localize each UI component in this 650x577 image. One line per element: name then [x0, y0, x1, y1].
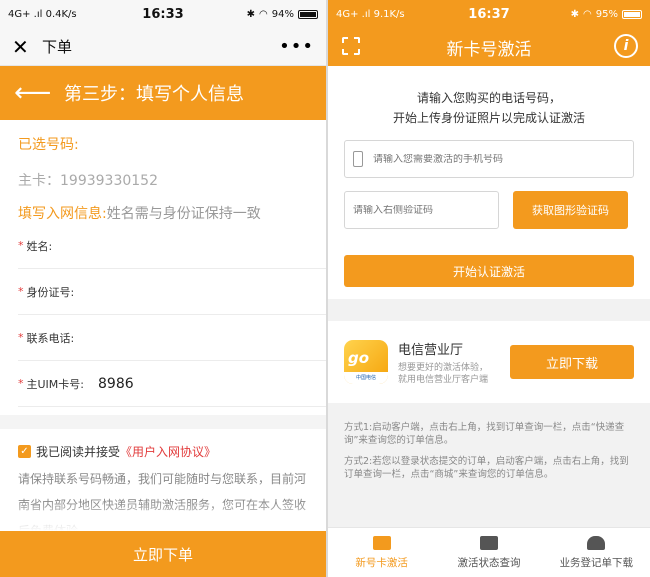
- order-content: 已选号码: 主卡：19939330152 填写入网信息:姓名需与身份证保持一致 …: [0, 120, 326, 544]
- download-app-button[interactable]: 立即下载: [510, 345, 634, 379]
- app-promo-card: go 中国电信 电信营业厅 想要更好的激活体验，就用电信营业厅客户端 立即下载: [328, 321, 650, 403]
- activation-form: 请输入您购买的电话号码， 开始上传身份证照片以完成认证激活 获取图形验证码 开始…: [328, 66, 650, 299]
- back-arrow-icon[interactable]: ⟵: [14, 78, 58, 108]
- battery-icon: [622, 9, 642, 19]
- contact-phone-label: 联系电话:: [26, 331, 75, 345]
- more-icon[interactable]: •••: [279, 36, 314, 57]
- intro-text: 请输入您购买的电话号码， 开始上传身份证照片以完成认证激活: [344, 88, 634, 128]
- cloud-download-icon: [587, 535, 606, 550]
- uim-card-label: 主UIM卡号:: [26, 377, 85, 391]
- network-indicator: 4G+ .ıl 9.1K/s: [336, 8, 405, 20]
- agreement-row[interactable]: ✓ 我已阅读并接受 《用户入网协议》: [18, 443, 326, 460]
- contact-phone-field[interactable]: * 联系电话:: [18, 315, 326, 361]
- name-label: 姓名:: [26, 239, 53, 253]
- app-info: 电信营业厅 想要更好的激活体验，就用电信营业厅客户端: [398, 339, 488, 386]
- scan-icon[interactable]: [342, 37, 360, 55]
- fill-info-hint: 姓名需与身份证保持一致: [106, 206, 261, 222]
- logo-strip: 中国电信: [344, 372, 388, 384]
- app-description: 想要更好的激活体验，就用电信营业厅客户端: [398, 362, 489, 385]
- tab-activation-status[interactable]: 激活状态查询: [435, 528, 542, 577]
- sim-card-icon: [372, 535, 391, 550]
- logo-text: go: [348, 349, 370, 367]
- phone-icon: [353, 151, 363, 167]
- required-mark: *: [18, 285, 24, 298]
- required-mark: *: [18, 377, 24, 390]
- agreement-text: 我已阅读并接受: [36, 445, 121, 459]
- uim-card-field[interactable]: * 主UIM卡号: 8986: [18, 361, 326, 407]
- get-captcha-button[interactable]: 获取图形验证码: [513, 191, 628, 229]
- card-activation-screen: 4G+ .ıl 9.1K/s 16:37 ✱ ◠ 95% 新卡号激活 i 请输入…: [328, 0, 650, 577]
- battery-fill: [624, 11, 640, 17]
- intro-line-1: 请输入您购买的电话号码，: [416, 91, 561, 105]
- bluetooth-icon: ✱: [570, 8, 580, 20]
- required-mark: *: [18, 331, 24, 344]
- battery-fill: [300, 11, 316, 17]
- intro-line-2: 开始上传身份证照片以完成认证激活: [392, 111, 585, 125]
- id-number-label: 身份证号:: [26, 285, 75, 299]
- battery-percent: 95%: [595, 8, 618, 20]
- step-header: ⟵ 第三步：填写个人信息: [0, 66, 326, 120]
- battery-percent: 94%: [271, 8, 294, 20]
- wifi-icon: ◠: [583, 8, 592, 20]
- battery-icon: [298, 9, 318, 19]
- status-icons: ✱ ◠ 94%: [247, 9, 318, 20]
- network-indicator: 4G+ .ıl 0.4K/s: [8, 8, 77, 20]
- phone-input-box[interactable]: [344, 140, 634, 178]
- telecom-app-logo: go 中国电信: [344, 340, 388, 384]
- info-icon[interactable]: i: [614, 34, 638, 58]
- selected-number-label: 已选号码:: [18, 137, 79, 153]
- agreement-link[interactable]: 《用户入网协议》: [120, 443, 216, 460]
- close-icon[interactable]: ✕: [12, 35, 34, 59]
- query-methods: 方式1:启动客户端，点击右上角，找到订单查询一栏，点击“快递查询”来查询您的订单…: [328, 403, 650, 481]
- method-2-text: 方式2:若您以登录状态提交的订单，启动客户端，点击右上角，找到订单查询一栏，点击…: [344, 456, 629, 480]
- captcha-input-box[interactable]: [344, 191, 499, 229]
- place-order-button[interactable]: 立即下单: [0, 531, 326, 577]
- phone-input[interactable]: [373, 153, 593, 165]
- wechat-nav-bar: ✕ 下单 •••: [0, 28, 326, 66]
- activation-header: 新卡号激活 i: [328, 28, 650, 66]
- tab-form-download[interactable]: 业务登记单下载: [543, 528, 650, 577]
- uim-card-value[interactable]: 8986: [98, 376, 134, 392]
- captcha-row: 获取图形验证码: [344, 191, 634, 229]
- fill-info-label: 填写入网信息:: [18, 206, 107, 222]
- main-card-number: 主卡：19939330152: [18, 173, 158, 189]
- id-number-field[interactable]: * 身份证号:: [18, 269, 326, 315]
- step-title: 第三步：填写个人信息: [64, 84, 244, 105]
- start-activation-button[interactable]: 开始认证激活: [344, 255, 634, 287]
- page-title: 新卡号激活: [446, 39, 532, 60]
- order-form-screen: 4G+ .ıl 0.4K/s 16:33 ✱ ◠ 94% ✕ 下单 ••• ⟵ …: [0, 0, 326, 577]
- wifi-icon: ◠: [259, 8, 268, 20]
- status-bar: 4G+ .ıl 9.1K/s 16:37 ✱ ◠ 95%: [328, 0, 650, 28]
- tab-label: 激活状态查询: [457, 556, 521, 569]
- tab-label: 业务登记单下载: [559, 556, 634, 569]
- tab-new-card-activation[interactable]: 新号卡激活: [328, 528, 435, 577]
- agreement-checkbox[interactable]: ✓: [18, 445, 31, 458]
- fill-info-tip: 填写入网信息:姓名需与身份证保持一致: [18, 203, 326, 223]
- status-bar: 4G+ .ıl 0.4K/s 16:33 ✱ ◠ 94%: [0, 0, 326, 28]
- name-field[interactable]: * 姓名:: [18, 223, 326, 269]
- search-list-icon: [479, 535, 498, 550]
- method-1-text: 方式1:启动客户端，点击右上角，找到订单查询一栏，点击“快递查询”来查询您的订单…: [344, 422, 625, 446]
- divider: [0, 415, 326, 429]
- status-icons: ✱ ◠ 95%: [571, 9, 642, 20]
- bottom-tab-bar: 新号卡激活 激活状态查询 业务登记单下载: [328, 527, 650, 577]
- tab-label: 新号卡激活: [355, 556, 408, 569]
- required-mark: *: [18, 239, 24, 252]
- nav-title: 下单: [42, 38, 73, 56]
- captcha-input[interactable]: [353, 204, 493, 216]
- app-name: 电信营业厅: [398, 342, 464, 358]
- bluetooth-icon: ✱: [246, 8, 256, 20]
- scroll-fade: [0, 501, 326, 531]
